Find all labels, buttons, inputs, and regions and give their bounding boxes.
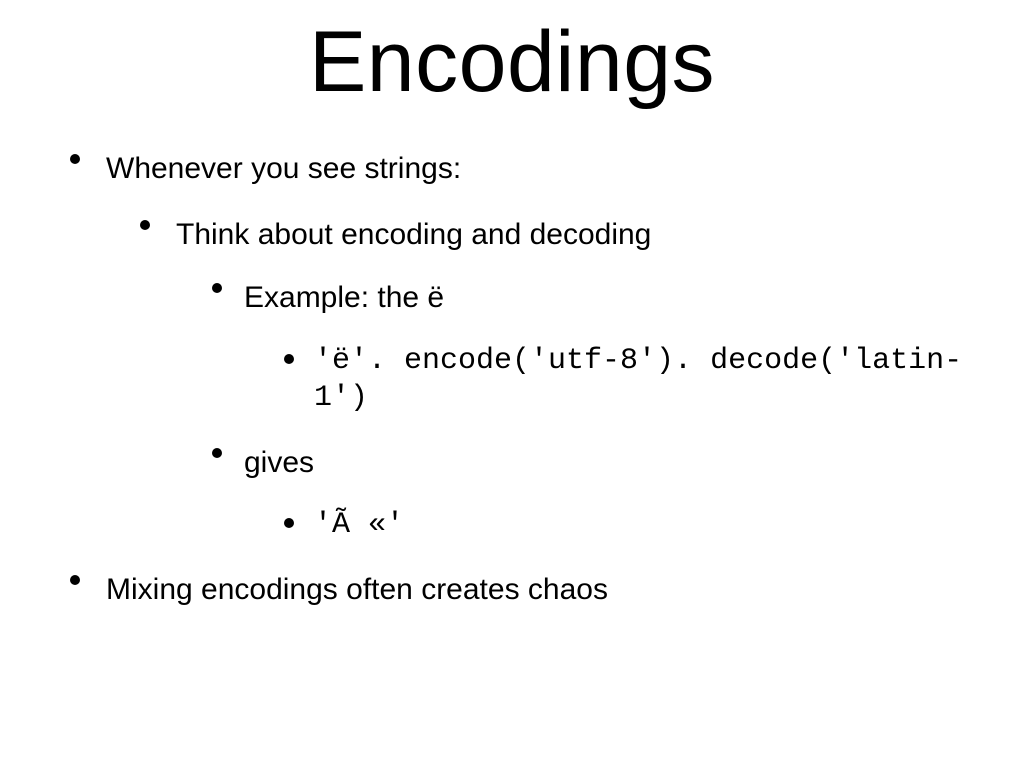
bullet-text: Whenever you see strings: [106, 150, 461, 188]
bullet-text: Think about encoding and decoding [176, 216, 651, 254]
bullet-text: gives [244, 444, 314, 482]
list-item: Mixing encodings often creates chaos [70, 571, 984, 609]
bullet-icon [284, 518, 294, 528]
bullet-icon [70, 575, 80, 585]
bullet-icon [284, 354, 294, 364]
bullet-text: Example: the ë [244, 279, 444, 317]
slide: Encodings Whenever you see strings: Thin… [0, 0, 1024, 768]
bullet-icon [212, 448, 222, 458]
bullet-icon [140, 220, 150, 230]
slide-title: Encodings [40, 13, 984, 112]
bullet-icon [70, 154, 80, 164]
list-item: 'ë'. encode('utf-8'). decode('latin-1') [284, 343, 984, 418]
list-item: Whenever you see strings: [70, 150, 984, 188]
bullet-code: 'ë'. encode('utf-8'). decode('latin-1') [314, 343, 984, 418]
bullet-code: 'Ã «' [314, 507, 404, 545]
bullet-text: Mixing encodings often creates chaos [106, 571, 608, 609]
list-item: Example: the ë [212, 279, 984, 317]
bullet-icon [212, 283, 222, 293]
list-item: gives [212, 444, 984, 482]
list-item: 'Ã «' [284, 507, 984, 545]
list-item: Think about encoding and decoding [140, 216, 984, 254]
bullet-list: Whenever you see strings: Think about en… [40, 150, 984, 608]
